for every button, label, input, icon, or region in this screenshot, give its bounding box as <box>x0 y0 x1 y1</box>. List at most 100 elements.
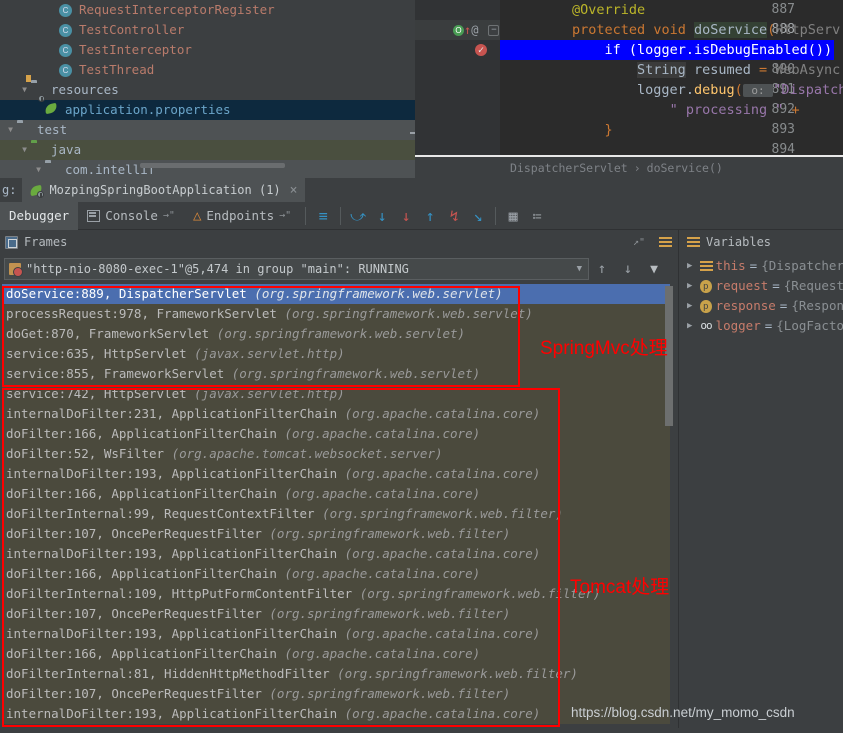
gutter-icons[interactable] <box>453 40 487 61</box>
frame-row[interactable]: doFilter:52, WsFilter (org.apache.tomcat… <box>2 444 670 464</box>
project-tree[interactable]: C RequestInterceptorRegister C TestControll… <box>0 0 415 178</box>
variable-row[interactable]: ▶ p request = {Request <box>679 276 843 296</box>
breadcrumb-method[interactable]: doService() <box>647 161 723 175</box>
chevron-down-icon[interactable]: ▼ <box>577 264 582 274</box>
frame-row[interactable]: internalDoFilter:193, ApplicationFilterC… <box>2 704 670 724</box>
run-to-cursor-button[interactable]: ↘ <box>466 204 490 228</box>
chevron-right-icon[interactable]: ▶ <box>687 316 696 336</box>
chevron-down-icon[interactable]: ▼ <box>32 160 45 178</box>
tree-item-testthread[interactable]: C TestThread <box>0 60 415 80</box>
tree-item-label: TestThread <box>79 62 155 77</box>
tab-debugger[interactable]: Debugger <box>0 201 79 230</box>
frame-row[interactable]: internalDoFilter:231, ApplicationFilterC… <box>2 404 670 424</box>
chevron-right-icon[interactable]: ▶ <box>687 256 696 276</box>
tab-console[interactable]: Console →" <box>78 202 184 230</box>
gutter-icons[interactable]: O ↑@ − <box>453 20 500 40</box>
frame-method: doFilter:166, ApplicationFilterChain <box>6 486 285 501</box>
tree-item-java[interactable]: ▼ java <box>0 140 415 160</box>
thread-select[interactable]: "http-nio-8080-exec-1"@5,474 in group "m… <box>4 258 589 280</box>
close-icon[interactable]: × <box>286 183 298 198</box>
breadcrumb-class[interactable]: DispatcherServlet <box>510 161 628 175</box>
frame-row[interactable]: internalDoFilter:193, ApplicationFilterC… <box>2 464 670 484</box>
frame-method: doGet:870, FrameworkServlet <box>6 326 217 341</box>
run-tab-mozpingspringbootapplication[interactable]: MozpingSpringBootApplication (1) × <box>22 178 306 202</box>
frame-row[interactable]: service:855, FrameworkServlet (org.sprin… <box>2 364 670 384</box>
code-line-890[interactable]: 890 String resumed = WebAsync <box>415 60 843 80</box>
show-execution-point-button[interactable]: ≡ <box>311 204 335 228</box>
at-icon[interactable]: @ <box>471 20 478 40</box>
settings-button[interactable]: ≔ <box>525 204 549 228</box>
fold-minus-icon[interactable]: − <box>488 24 500 36</box>
variable-row[interactable]: ▶ this = {Dispatcher <box>679 256 843 276</box>
frame-row[interactable]: doFilter:107, OncePerRequestFilter (org.… <box>2 524 670 544</box>
chevron-right-icon[interactable]: ▶ <box>687 276 696 296</box>
chevron-right-icon[interactable]: ▶ <box>687 296 696 316</box>
editor-gutter[interactable] <box>415 0 500 20</box>
variables-title: Variables <box>706 235 772 249</box>
frames-filter-icon[interactable]: ▼ <box>641 256 667 282</box>
code-line-893[interactable]: 893 } <box>415 120 843 140</box>
frame-package: (org.springframework.web.filter) <box>269 606 511 621</box>
frame-row[interactable]: internalDoFilter:193, ApplicationFilterC… <box>2 544 670 564</box>
editor-gutter[interactable] <box>415 60 500 80</box>
editor-gutter[interactable] <box>415 80 500 100</box>
drop-frame-button[interactable]: ↯ <box>442 204 466 228</box>
thread-icon <box>9 263 23 277</box>
code-line-889[interactable]: 889 if (logger.isDebugEnabled()) <box>415 40 843 61</box>
frames-up-button[interactable]: ↑ <box>589 256 615 282</box>
tree-item-requestinterceptorregister[interactable]: C RequestInterceptorRegister <box>0 0 415 20</box>
frame-row[interactable]: processRequest:978, FrameworkServlet (or… <box>2 304 670 324</box>
frame-row[interactable]: doFilterInternal:81, HiddenHttpMethodFil… <box>2 664 670 684</box>
chevron-down-icon[interactable]: ▼ <box>18 80 31 100</box>
folder-icon <box>45 162 61 178</box>
frame-row[interactable]: internalDoFilter:193, ApplicationFilterC… <box>2 624 670 644</box>
tree-item-test[interactable]: ▼ test <box>0 120 415 140</box>
editor-gutter[interactable] <box>415 120 500 140</box>
tree-item-testcontroller[interactable]: C TestController <box>0 20 415 40</box>
code-line-888[interactable]: 888 O ↑@ − protected void doService(HttpSer… <box>415 20 843 40</box>
code-line-891[interactable]: 891 logger.debug( o: "Dispatch <box>415 80 843 100</box>
frame-row[interactable]: doService:889, DispatcherServlet (org.sp… <box>2 284 670 304</box>
tree-item-testinterceptor[interactable]: C TestInterceptor <box>0 40 415 60</box>
chevron-down-icon[interactable]: ▼ <box>4 120 17 140</box>
class-icon: C <box>59 62 75 78</box>
step-over-button[interactable]: ⤻ <box>346 204 370 228</box>
tree-item-label: test <box>37 122 68 137</box>
variable-row[interactable]: ▶ oo logger = {LogFacto <box>679 316 843 336</box>
code-editor[interactable]: 887 @Override 888 O ↑@ − protected void doSe… <box>415 0 843 178</box>
frame-row[interactable]: doFilter:107, OncePerRequestFilter (org.… <box>2 604 670 624</box>
variable-row[interactable]: ▶ p response = {Respon <box>679 296 843 316</box>
frame-row[interactable]: doFilter:166, ApplicationFilterChain (or… <box>2 644 670 664</box>
tree-item-application-properties[interactable]: application.properties <box>0 95 415 120</box>
breakpoint-verified-icon[interactable] <box>475 41 487 61</box>
frame-row[interactable]: doFilter:166, ApplicationFilterChain (or… <box>2 424 670 444</box>
line-number: 893 <box>771 122 795 137</box>
tab-endpoints[interactable]: △ Endpoints →" <box>184 202 300 230</box>
step-into-button[interactable]: ↓ <box>370 204 394 228</box>
variable-value: {LogFacto <box>776 318 843 333</box>
step-out-button[interactable]: ↑ <box>418 204 442 228</box>
breadcrumb[interactable]: DispatcherServlet › doService() <box>415 157 843 178</box>
frame-row[interactable]: doFilter:166, ApplicationFilterChain (or… <box>2 484 670 504</box>
variables-list[interactable]: ▶ this = {Dispatcher ▶ p request = {Request ▶… <box>679 256 843 336</box>
chevron-down-icon[interactable]: ▼ <box>18 140 31 160</box>
project-tree-hscrollbar[interactable] <box>140 163 285 168</box>
code-token: "Dispatch <box>773 82 843 98</box>
tree-item-resources[interactable]: ▼ resources <box>0 80 415 100</box>
editor-gutter[interactable] <box>415 100 500 120</box>
pin-icon[interactable]: →" <box>279 210 291 221</box>
pin-icon[interactable]: ↗" <box>633 237 653 248</box>
frame-row[interactable]: doFilter:107, OncePerRequestFilter (org.… <box>2 684 670 704</box>
frame-row[interactable]: service:742, HttpServlet (javax.servlet.… <box>2 384 670 404</box>
override-method-icon[interactable]: O <box>453 24 464 36</box>
red-arrow-up-icon[interactable]: ↑ <box>464 20 471 40</box>
force-step-into-button[interactable]: ↓ <box>394 204 418 228</box>
annotation-label-tomcat: Tomcat处理 <box>570 577 670 598</box>
frames-menu-icon[interactable] <box>659 236 672 248</box>
frames-down-button[interactable]: ↓ <box>615 256 641 282</box>
frame-row[interactable]: doFilterInternal:99, RequestContextFilte… <box>2 504 670 524</box>
pin-icon[interactable]: →" <box>163 210 175 221</box>
code-line-887[interactable]: 887 @Override <box>415 0 843 20</box>
evaluate-expression-button[interactable]: ▦ <box>501 204 525 228</box>
code-line-892[interactable]: 892 " processing " + <box>415 100 843 120</box>
